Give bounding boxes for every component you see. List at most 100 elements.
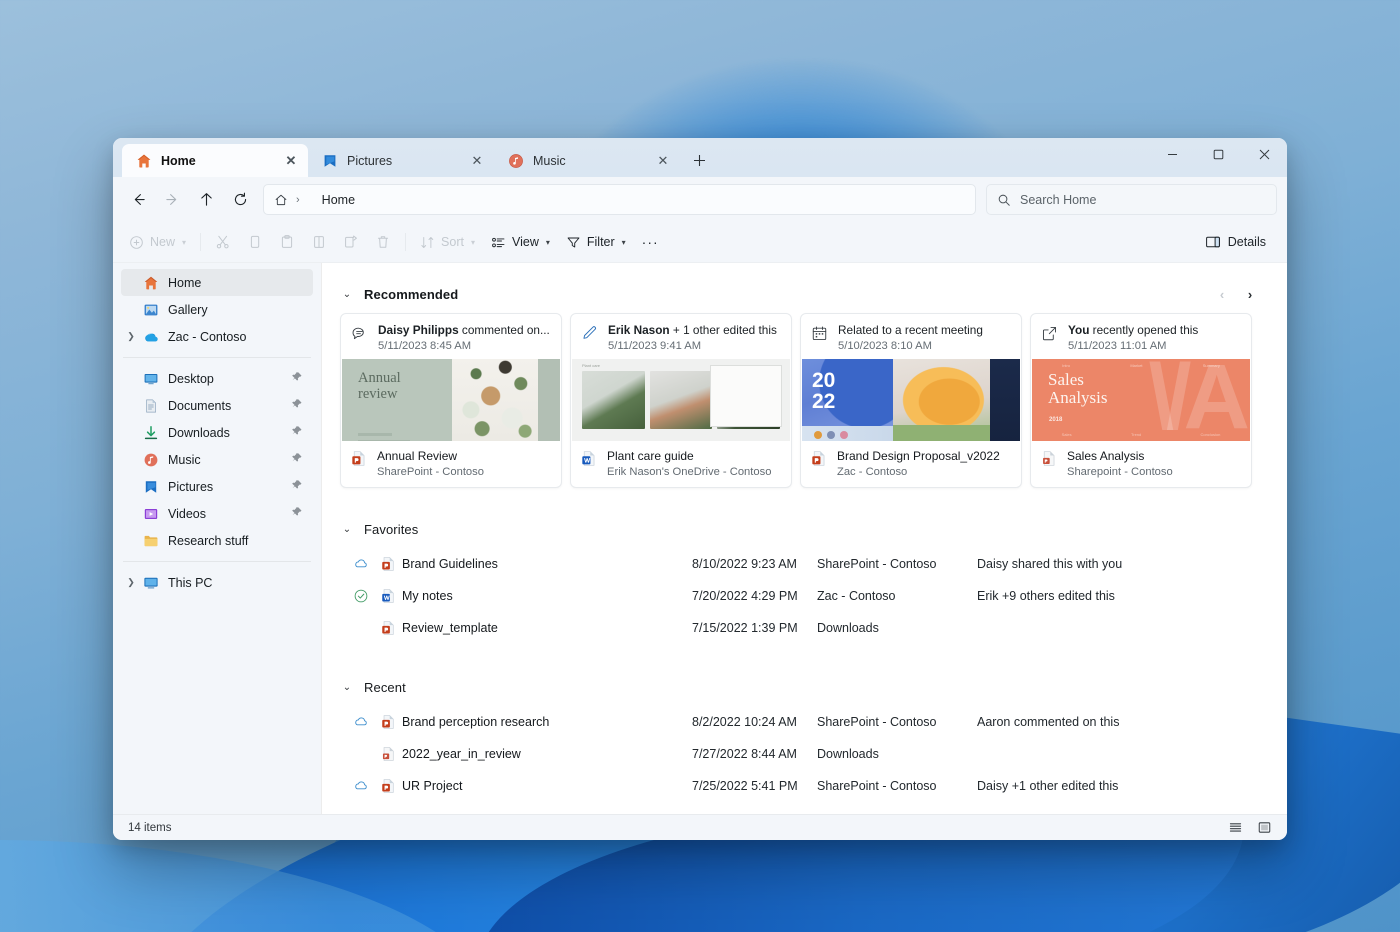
close-button[interactable] — [1241, 138, 1287, 170]
sidebar-item-documents[interactable]: Documents — [121, 392, 313, 419]
sidebar-item-research-stuff[interactable]: Research stuff — [121, 527, 313, 554]
tab-home[interactable]: Home ✕ — [122, 144, 308, 177]
carousel-next-button[interactable]: › — [1237, 281, 1263, 307]
cut-button[interactable] — [207, 227, 239, 257]
up-button[interactable] — [189, 184, 223, 216]
card-file-info: Brand Design Proposal_v2022 Zac - Contos… — [801, 441, 1021, 487]
table-row[interactable]: Brand perception research 8/2/2022 10:24… — [340, 706, 1263, 738]
card-thumbnail[interactable]: Plant care — [572, 359, 790, 442]
recommended-section-header[interactable]: ⌄ Recommended ‹ › — [340, 277, 1263, 311]
paste-button[interactable] — [271, 227, 303, 257]
carousel-prev-button[interactable]: ‹ — [1209, 281, 1235, 307]
wallpaper-petal-4 — [0, 840, 500, 932]
refresh-button[interactable] — [223, 184, 257, 216]
search-input[interactable]: Search Home — [986, 184, 1277, 215]
home-icon — [141, 275, 161, 291]
chevron-down-icon[interactable]: ⌄ — [340, 289, 354, 300]
recommended-card[interactable]: You recently opened this 5/11/2023 11:01… — [1030, 313, 1252, 489]
sidebar-item-videos[interactable]: Videos — [121, 500, 313, 527]
new-tab-button[interactable] — [684, 145, 714, 175]
pin-icon[interactable] — [291, 425, 305, 440]
more-options-button[interactable]: ··· — [634, 227, 667, 257]
favorites-section-header[interactable]: ⌄ Favorites — [340, 512, 1263, 546]
card-actor: You — [1068, 323, 1090, 337]
card-activity-text: Erik Nason + 1 other edited this — [608, 323, 777, 338]
more-icon: ··· — [641, 234, 659, 250]
sidebar-item-gallery[interactable]: Gallery — [121, 296, 313, 323]
tab-music[interactable]: Music ✕ — [494, 144, 680, 177]
file-name: Review_template — [402, 621, 498, 636]
window-body: Home Gallery ❯ Zac - Contoso Desktop Doc… — [113, 263, 1287, 814]
section-title: Recent — [364, 679, 406, 695]
sidebar-item-this-pc[interactable]: ❯ This PC — [121, 569, 313, 596]
chevron-down-icon[interactable]: ⌄ — [340, 524, 354, 535]
desktop-icon — [141, 371, 161, 387]
maximize-button[interactable] — [1195, 138, 1241, 170]
sidebar-item-desktop[interactable]: Desktop — [121, 365, 313, 392]
sidebar-item-downloads[interactable]: Downloads — [121, 419, 313, 446]
table-row[interactable]: Review_template 7/15/2022 1:39 PM Downlo… — [340, 612, 1263, 644]
card-activity: Daisy Philipps commented on... 5/11/2023… — [341, 314, 561, 359]
arrow-left-icon — [134, 194, 145, 205]
home-outline-icon[interactable] — [274, 193, 288, 207]
item-count: 14 items — [128, 821, 172, 834]
maximize-icon — [1213, 149, 1223, 159]
recommended-card[interactable]: Daisy Philipps commented on... 5/11/2023… — [340, 313, 562, 489]
filter-button[interactable]: Filter ▾ — [558, 227, 634, 257]
view-button[interactable]: View ▾ — [483, 227, 558, 257]
card-thumbnail[interactable]: Intro Market Summary \/A Sales Analysis 201… — [1032, 359, 1250, 442]
sidebar-item-music[interactable]: Music — [121, 446, 313, 473]
address-bar[interactable]: › Home — [263, 184, 976, 215]
home-icon — [137, 154, 151, 167]
share-button[interactable] — [335, 227, 367, 257]
chevron-right-icon[interactable]: ❯ — [121, 331, 141, 342]
sidebar-item-zac-contoso[interactable]: ❯ Zac - Contoso — [121, 323, 313, 350]
file-location: SharePoint - Contoso — [817, 557, 937, 572]
details-pane-button[interactable]: Details — [1196, 227, 1275, 257]
card-file-source: SharePoint - Contoso — [377, 466, 484, 479]
sidebar-item-pictures[interactable]: Pictures — [121, 473, 313, 500]
title-bar: Home ✕ Pictures ✕ Music ✕ — [113, 138, 1287, 177]
sidebar-item-home[interactable]: Home — [121, 269, 313, 296]
rename-button[interactable] — [303, 227, 335, 257]
list-view-icon[interactable] — [1222, 817, 1248, 838]
status-bar: 14 items — [113, 814, 1287, 840]
delete-button[interactable] — [367, 227, 399, 257]
card-thumbnail[interactable]: 20 22 — [802, 359, 1020, 442]
copy-button[interactable] — [239, 227, 271, 257]
card-activity-text: You recently opened this — [1068, 323, 1198, 338]
sort-button[interactable]: Sort ▾ — [412, 227, 483, 257]
recommended-card[interactable]: Erik Nason + 1 other edited this 5/11/20… — [570, 313, 792, 489]
tile-view-icon[interactable] — [1251, 817, 1277, 838]
card-thumbnail[interactable]: Annual review — [342, 359, 560, 442]
tab-close-button[interactable]: ✕ — [652, 150, 674, 172]
minimize-button[interactable] — [1149, 138, 1195, 170]
pin-icon[interactable] — [291, 506, 305, 521]
table-row[interactable]: 2022_year_in_review 7/27/2022 8:44 AM Do… — [340, 738, 1263, 770]
pin-icon[interactable] — [291, 479, 305, 494]
back-button[interactable] — [121, 184, 155, 216]
tab-pictures[interactable]: Pictures ✕ — [308, 144, 494, 177]
file-name: 2022_year_in_review — [402, 747, 521, 762]
table-row[interactable]: Brand Guidelines 8/10/2022 9:23 AM Share… — [340, 548, 1263, 580]
chevron-down-icon[interactable]: ⌄ — [340, 682, 354, 693]
tab-label: Home — [161, 153, 196, 168]
pictures-icon — [141, 479, 161, 495]
chevron-right-icon[interactable]: ❯ — [121, 577, 141, 588]
powerpoint-icon — [376, 778, 402, 794]
pin-icon[interactable] — [291, 398, 305, 413]
recommended-card[interactable]: Related to a recent meeting 5/10/2023 8:… — [800, 313, 1022, 489]
card-file-name: Plant care guide — [607, 449, 694, 464]
card-date: 5/11/2023 9:41 AM — [608, 340, 702, 353]
pin-icon[interactable] — [291, 371, 305, 386]
sidebar-divider-2 — [123, 561, 311, 562]
table-row[interactable]: UR Project 7/25/2022 5:41 PM SharePoint … — [340, 770, 1263, 802]
breadcrumb-current[interactable]: Home — [322, 193, 355, 207]
pin-icon[interactable] — [291, 452, 305, 467]
tab-close-button[interactable]: ✕ — [280, 150, 302, 172]
table-row[interactable]: My notes 7/20/2022 4:29 PM Zac - Contoso… — [340, 580, 1263, 612]
forward-button[interactable] — [155, 184, 189, 216]
recent-section-header[interactable]: ⌄ Recent — [340, 670, 1263, 704]
tab-close-button[interactable]: ✕ — [466, 150, 488, 172]
new-button[interactable]: New ▾ — [121, 227, 194, 257]
